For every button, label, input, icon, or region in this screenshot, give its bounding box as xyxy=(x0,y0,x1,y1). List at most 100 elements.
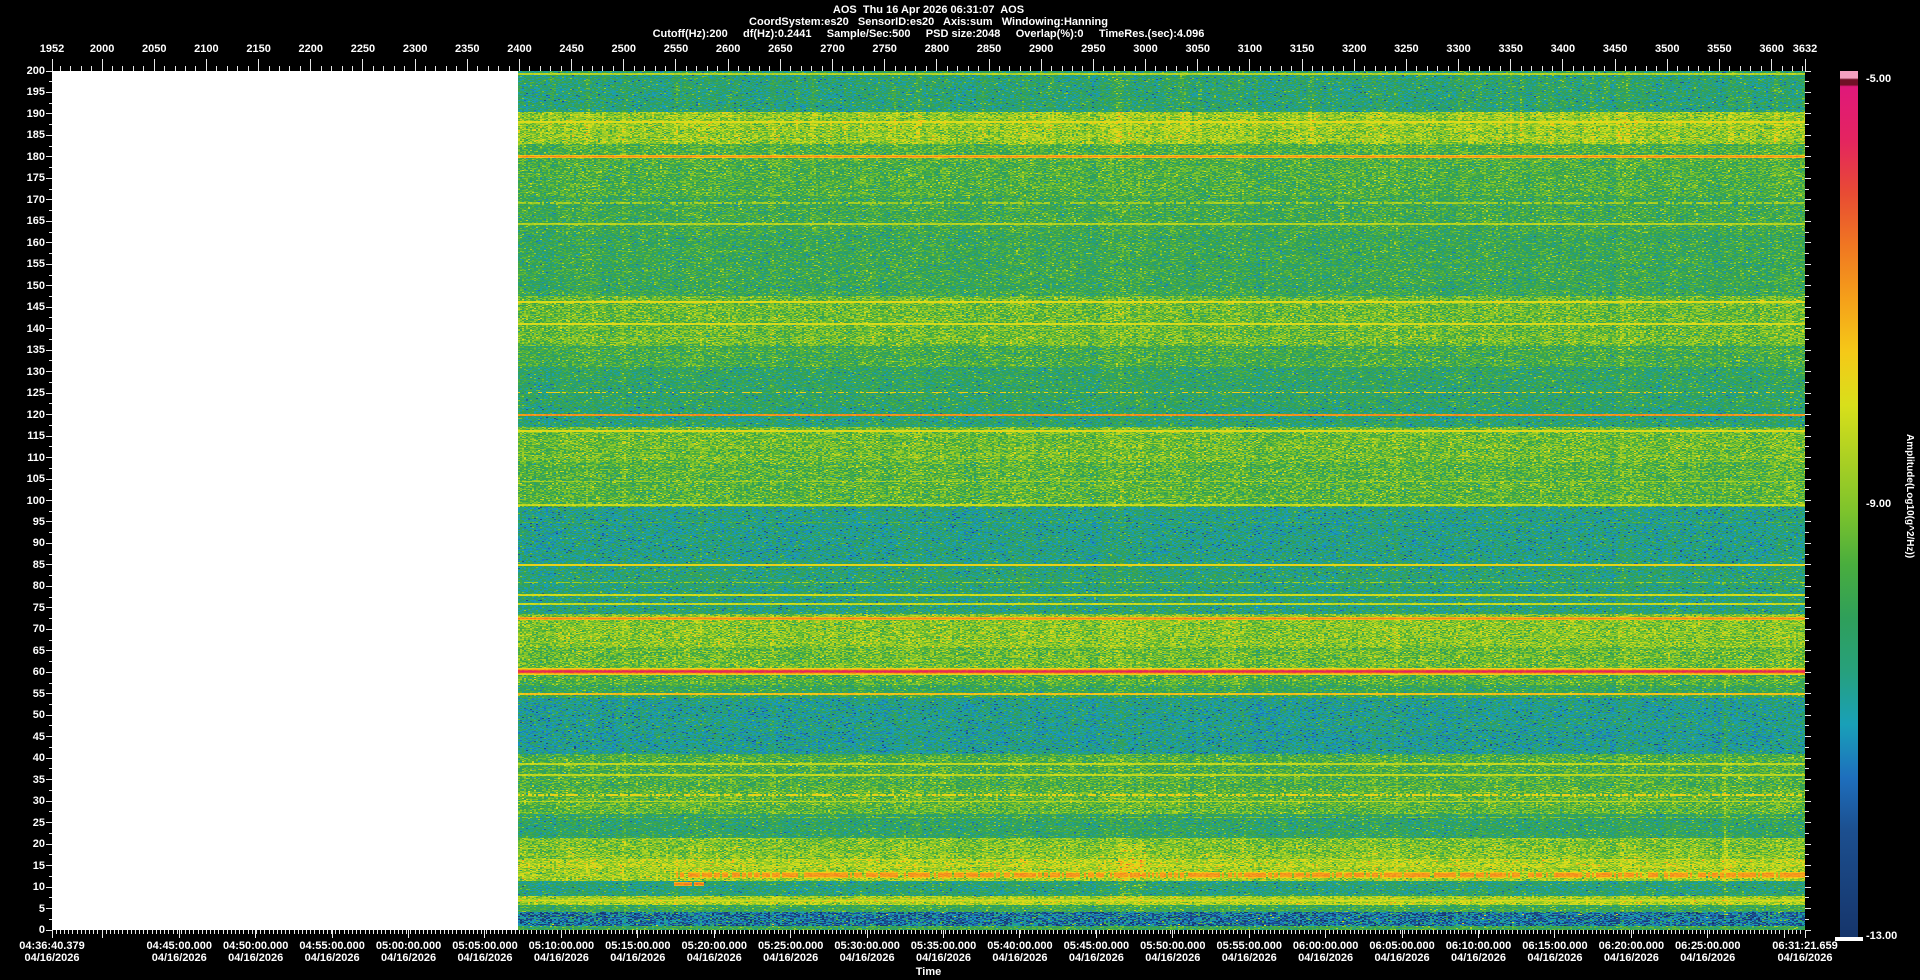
record-axis-tick-label: 2400 xyxy=(507,43,532,55)
time-axis-minor-tick xyxy=(1687,930,1689,934)
record-axis-tick-label: 2250 xyxy=(350,43,376,55)
spectrogram-plot[interactable] xyxy=(518,71,1805,930)
freq-right-tick xyxy=(1805,671,1811,673)
time-axis-minor-tick xyxy=(1161,930,1163,934)
time-axis-minor-tick xyxy=(84,930,86,934)
time-axis-date-label: 04/16/2026 xyxy=(1068,952,1124,964)
time-axis-minor-tick xyxy=(1232,930,1234,934)
time-axis-minor-tick xyxy=(105,930,107,934)
time-axis-minor-tick xyxy=(464,930,466,934)
freq-right-tick xyxy=(1805,317,1809,319)
record-axis-tick-label: 3632 xyxy=(1792,43,1818,55)
record-axis-tick-label: 2750 xyxy=(872,43,897,55)
time-axis-minor-tick xyxy=(1633,930,1635,934)
time-axis-date-label: 04/16/2026 xyxy=(151,952,207,964)
freq-right-tick xyxy=(1805,682,1809,684)
time-axis-minor-tick xyxy=(1069,930,1071,934)
time-axis-minor-tick xyxy=(969,930,971,934)
freq-right-tick xyxy=(1805,371,1811,373)
time-axis-minor-tick xyxy=(932,930,934,934)
freq-right-tick xyxy=(1805,542,1811,544)
time-axis-major-tick xyxy=(408,930,410,938)
time-axis-minor-tick xyxy=(1758,930,1760,934)
freq-right-tick xyxy=(1805,414,1811,416)
time-axis-minor-tick xyxy=(619,930,621,934)
time-axis-minor-tick xyxy=(823,930,825,934)
time-axis-minor-tick xyxy=(1441,930,1443,934)
time-axis-major-tick xyxy=(1707,930,1709,938)
freq-axis-tick-label: 125 xyxy=(26,387,45,400)
freq-axis-tick-label: 115 xyxy=(27,430,45,443)
time-axis-minor-tick xyxy=(1128,930,1130,934)
time-axis-minor-tick xyxy=(660,930,662,934)
time-axis-minor-tick xyxy=(251,930,253,934)
freq-right-tick xyxy=(1805,736,1811,738)
time-axis-minor-tick xyxy=(598,930,600,934)
time-axis-major-tick xyxy=(255,930,257,938)
freq-right-tick xyxy=(1805,188,1809,190)
time-axis-date-label: 04/16/2026 xyxy=(1450,952,1507,964)
time-axis-date-label: 04/16/2026 xyxy=(1221,952,1277,964)
time-axis-minor-tick xyxy=(1750,930,1752,934)
freq-right-tick xyxy=(1805,91,1811,93)
freq-right-tick xyxy=(1805,779,1811,781)
time-axis-tick-label: 05:30:00.000 xyxy=(834,940,900,952)
time-axis-minor-tick xyxy=(1357,930,1359,934)
freq-axis-tick-label: 195 xyxy=(26,86,45,99)
record-axis-tick-label: 2950 xyxy=(1081,43,1106,55)
time-axis-minor-tick xyxy=(155,930,157,934)
record-axis-tick-label: 2850 xyxy=(976,43,1002,55)
time-axis-tick-label: 05:50:00.000 xyxy=(1140,940,1206,952)
time-axis-minor-tick xyxy=(1203,930,1205,934)
time-axis-minor-tick xyxy=(393,930,395,934)
time-axis-minor-tick xyxy=(322,930,324,934)
time-axis-minor-tick xyxy=(1199,930,1201,934)
freq-axis-tick-label: 70 xyxy=(32,623,45,636)
no-data-region xyxy=(52,71,518,930)
time-axis-minor-tick xyxy=(982,930,984,934)
time-axis-minor-tick xyxy=(1570,930,1572,934)
record-axis-major-tick xyxy=(518,59,520,71)
time-axis-minor-tick xyxy=(1487,930,1489,934)
time-axis-minor-tick xyxy=(235,930,237,934)
time-axis-tick-label: 05:15:00.000 xyxy=(605,940,671,952)
time-axis-minor-tick xyxy=(1061,930,1063,934)
freq-right-tick xyxy=(1805,435,1811,437)
time-axis-minor-tick xyxy=(427,930,429,934)
time-axis-major-tick xyxy=(1477,930,1479,938)
time-axis-minor-tick xyxy=(961,930,963,934)
time-axis-minor-tick xyxy=(364,930,366,934)
time-axis-major-tick xyxy=(790,930,792,938)
time-axis-minor-tick xyxy=(836,930,838,934)
time-axis-minor-tick xyxy=(719,930,721,934)
time-axis-minor-tick xyxy=(435,930,437,934)
time-axis-minor-tick xyxy=(473,930,475,934)
freq-axis-tick-label: 185 xyxy=(26,129,45,142)
time-axis-minor-tick xyxy=(285,930,287,934)
record-axis-tick-label: 3000 xyxy=(1133,43,1158,55)
time-axis-minor-tick xyxy=(940,930,942,934)
time-axis-minor-tick xyxy=(339,930,341,934)
freq-right-tick xyxy=(1805,929,1811,931)
time-axis-minor-tick xyxy=(573,930,575,934)
time-axis-minor-tick xyxy=(1428,930,1430,934)
time-axis-minor-tick xyxy=(506,930,508,934)
time-axis-minor-tick xyxy=(1303,930,1305,934)
record-axis-tick-label: 3500 xyxy=(1655,43,1680,55)
time-axis-date-label: 04/16/2026 xyxy=(1374,952,1430,964)
time-axis-minor-tick xyxy=(1458,930,1460,934)
time-axis-minor-tick xyxy=(1266,930,1268,934)
record-axis-tick-label: 2650 xyxy=(768,43,793,55)
time-axis-date-label: 04/16/2026 xyxy=(763,952,819,964)
time-axis-minor-tick xyxy=(1007,930,1009,934)
time-axis-date-label: 04/16/2026 xyxy=(24,952,80,964)
time-axis-minor-tick xyxy=(1011,930,1013,934)
time-axis-minor-tick xyxy=(1003,930,1005,934)
time-axis-minor-tick xyxy=(1270,930,1272,934)
time-axis-minor-tick xyxy=(1291,930,1293,934)
time-axis-minor-tick xyxy=(122,930,124,934)
time-axis-minor-tick xyxy=(1382,930,1384,934)
time-axis-minor-tick xyxy=(610,930,612,934)
time-axis-minor-tick xyxy=(164,930,166,934)
time-axis-minor-tick xyxy=(260,930,262,934)
